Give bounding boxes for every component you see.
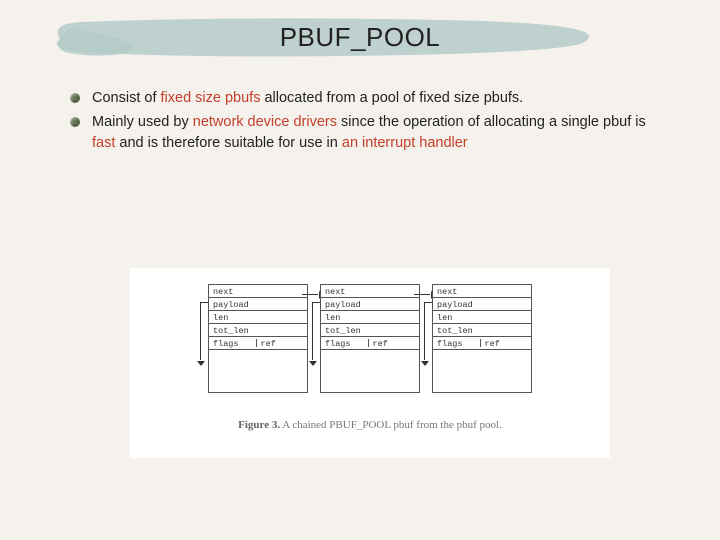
pbuf-struct: next payload len tot_len flagsref xyxy=(432,284,532,393)
bullet-list: Consist of fixed size pbufs allocated fr… xyxy=(70,88,670,157)
field-ref: ref xyxy=(481,339,528,347)
body-text: and is therefore suitable for use in xyxy=(115,135,342,151)
caption-figure-number: Figure 3. xyxy=(238,419,280,431)
payload-arrow-icon xyxy=(418,302,432,366)
figure-container: next payload len tot_len flagsref next p… xyxy=(130,268,610,458)
page-title: PBUF_POOL xyxy=(0,22,720,53)
field-flags: flags xyxy=(213,339,257,347)
pbuf-chain-diagram: next payload len tot_len flagsref next p… xyxy=(130,268,610,393)
field-len: len xyxy=(325,313,340,321)
field-tot-len: tot_len xyxy=(213,326,249,334)
field-len: len xyxy=(437,313,452,321)
field-payload: payload xyxy=(213,300,249,308)
field-ref: ref xyxy=(257,339,304,347)
field-next: next xyxy=(437,287,457,295)
field-next: next xyxy=(213,287,233,295)
body-text: allocated from a pool of fixed size pbuf… xyxy=(260,90,523,106)
body-text: Mainly used by xyxy=(92,114,193,130)
field-tot-len: tot_len xyxy=(325,326,361,334)
payload-data-block xyxy=(433,350,531,392)
pbuf-struct: next payload len tot_len flagsref xyxy=(320,284,420,393)
field-len: len xyxy=(213,313,228,321)
bullet-item: Mainly used by network device drivers si… xyxy=(70,112,670,153)
figure-caption: Figure 3. A chained PBUF_POOL pbuf from … xyxy=(130,419,610,431)
caption-text: A chained PBUF_POOL pbuf from the pbuf p… xyxy=(280,419,502,431)
payload-data-block xyxy=(209,350,307,392)
field-next: next xyxy=(325,287,345,295)
field-flags: flags xyxy=(437,339,481,347)
bullet-item: Consist of fixed size pbufs allocated fr… xyxy=(70,88,670,108)
field-ref: ref xyxy=(369,339,416,347)
payload-arrow-icon xyxy=(194,302,208,366)
field-payload: payload xyxy=(325,300,361,308)
pbuf-struct: next payload len tot_len flagsref xyxy=(208,284,308,393)
payload-arrow-icon xyxy=(306,302,320,366)
highlight-text: fixed size pbufs xyxy=(161,90,261,106)
payload-data-block xyxy=(321,350,419,392)
highlight-text: network device drivers xyxy=(193,114,337,130)
body-text: Consist of xyxy=(92,90,161,106)
field-payload: payload xyxy=(437,300,473,308)
body-text: since the operation of allocating a sing… xyxy=(337,114,646,130)
highlight-text: an interrupt handler xyxy=(342,135,468,151)
highlight-text: fast xyxy=(92,135,115,151)
field-flags: flags xyxy=(325,339,369,347)
field-tot-len: tot_len xyxy=(437,326,473,334)
